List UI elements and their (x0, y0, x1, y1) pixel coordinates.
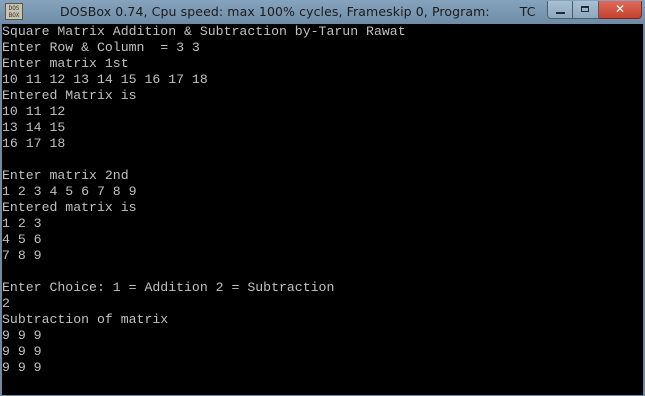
console-line: Enter matrix 1st (2, 56, 129, 71)
console-line: 9 9 9 (2, 360, 42, 375)
console-line: 10 11 12 13 14 15 16 17 18 (2, 72, 208, 87)
console-line: 9 9 9 (2, 344, 42, 359)
minimize-icon (556, 12, 565, 14)
console-line: 9 9 9 (2, 328, 42, 343)
window-title: DOSBox 0.74, Cpu speed: max 100% cycles,… (60, 4, 536, 19)
console-line: Enter matrix 2nd (2, 168, 129, 183)
window-title-program: TC (519, 4, 536, 19)
console-line: 16 17 18 (2, 136, 66, 151)
dos-console[interactable]: Square Matrix Addition & Subtraction by-… (2, 24, 643, 395)
maximize-icon (581, 6, 589, 12)
console-line: 1 2 3 4 5 6 7 8 9 (2, 184, 137, 199)
console-line: 1 2 3 (2, 216, 42, 231)
maximize-button[interactable] (573, 1, 599, 19)
minimize-button[interactable] (547, 1, 573, 19)
close-icon: ✕ (614, 2, 626, 16)
close-button[interactable]: ✕ (599, 1, 642, 19)
dosbox-app-icon[interactable]: DOS BOX (5, 3, 23, 20)
console-line: Entered matrix is (2, 200, 137, 215)
dosbox-window: DOS BOX DOSBox 0.74, Cpu speed: max 100%… (0, 0, 645, 396)
console-line: Enter Row & Column = 3 3 (2, 40, 200, 55)
console-output: Square Matrix Addition & Subtraction by-… (2, 24, 643, 376)
console-line: Enter Choice: 1 = Addition 2 = Subtracti… (2, 280, 335, 295)
console-line: 10 11 12 (2, 104, 66, 119)
title-bar[interactable]: DOS BOX DOSBox 0.74, Cpu speed: max 100%… (0, 0, 645, 24)
console-line: Entered Matrix is (2, 88, 137, 103)
console-line: 13 14 15 (2, 120, 66, 135)
console-line: 7 8 9 (2, 248, 42, 263)
console-line: 4 5 6 (2, 232, 42, 247)
console-line: 2 (2, 296, 10, 311)
window-title-text: DOSBox 0.74, Cpu speed: max 100% cycles,… (60, 4, 490, 19)
console-line: Subtraction of matrix (2, 312, 169, 327)
console-line: Square Matrix Addition & Subtraction by-… (2, 24, 406, 39)
